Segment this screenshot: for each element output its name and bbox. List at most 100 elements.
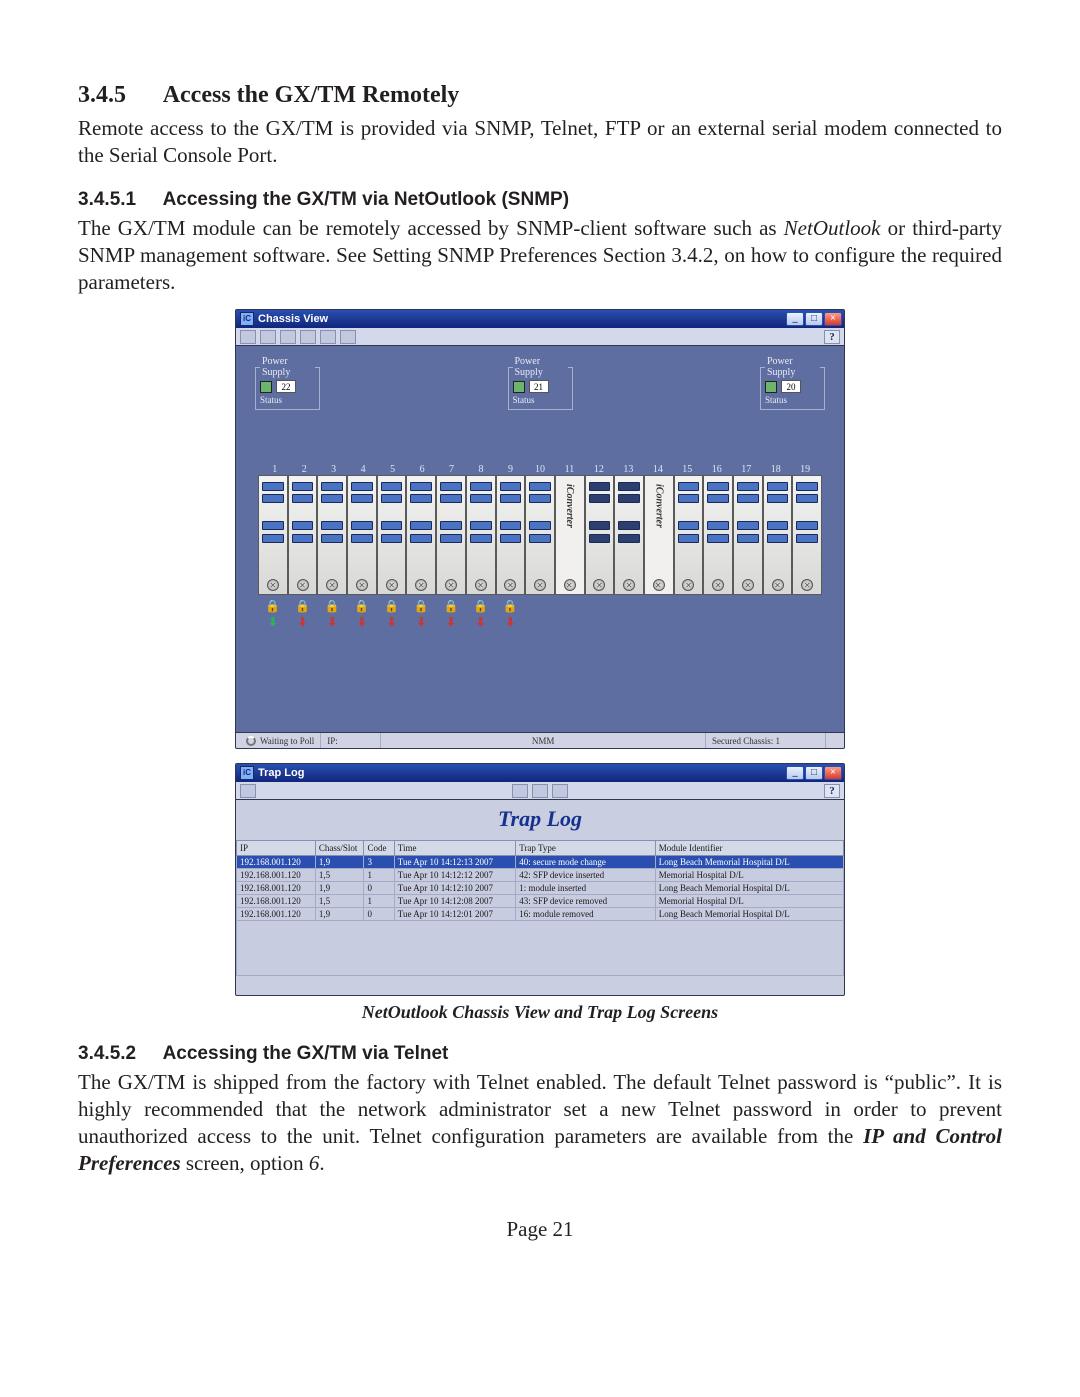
close-button[interactable]: × <box>824 312 842 326</box>
trap-titlebar[interactable]: iC Trap Log _ □ × <box>236 764 844 782</box>
app-icon: iC <box>240 312 254 326</box>
minimize-button[interactable]: _ <box>786 766 804 780</box>
table-row[interactable]: 192.168.001.1201,90Tue Apr 10 14:12:01 2… <box>237 908 844 921</box>
toolbar-icon[interactable] <box>280 330 296 344</box>
lock-icon <box>703 599 733 613</box>
chassis-slot[interactable]: ✕ <box>317 475 347 595</box>
help-button[interactable]: ? <box>824 784 840 798</box>
chassis-slot[interactable]: ✕ <box>347 475 377 595</box>
table-row[interactable]: 192.168.001.1201,90Tue Apr 10 14:12:10 2… <box>237 882 844 895</box>
port-icon <box>410 482 432 491</box>
port-icon <box>618 494 640 503</box>
port-icon <box>500 521 522 530</box>
chassis-window-title: Chassis View <box>258 313 786 325</box>
screw-icon: ✕ <box>742 579 754 591</box>
toolbar-icon[interactable] <box>512 784 528 798</box>
toolbar-icon[interactable] <box>552 784 568 798</box>
trap-col-header[interactable]: Module Identifier <box>655 841 843 856</box>
toolbar-icon[interactable] <box>340 330 356 344</box>
toolbar-icon[interactable] <box>240 784 256 798</box>
table-row[interactable]: 192.168.001.1201,51Tue Apr 10 14:12:12 2… <box>237 869 844 882</box>
port-icon <box>440 521 462 530</box>
port-icon <box>707 494 729 503</box>
port-icon <box>410 494 432 503</box>
subsection-1-number: 3.4.5.1 <box>78 189 158 211</box>
toolbar-icon[interactable] <box>320 330 336 344</box>
subsection-2-paragraph: The GX/TM is shipped from the factory wi… <box>78 1069 1002 1177</box>
lock-icon-row: 🔒🔒🔒🔒🔒🔒🔒🔒🔒 <box>246 595 834 613</box>
port-icon <box>767 494 789 503</box>
trap-body: Trap Log IPChass/SlotCodeTimeTrap TypeMo… <box>236 800 844 995</box>
screw-icon: ✕ <box>356 579 368 591</box>
port-icon <box>321 494 343 503</box>
chassis-slot[interactable]: iConverter✕ <box>555 475 585 595</box>
port-icon <box>440 482 462 491</box>
ps-id: 20 <box>781 380 801 393</box>
help-button[interactable]: ? <box>824 330 840 344</box>
chassis-slot[interactable]: ✕ <box>614 475 644 595</box>
screw-icon: ✕ <box>326 579 338 591</box>
ps-led-icon <box>513 381 525 393</box>
port-icon <box>381 482 403 491</box>
slot-number: 1 <box>260 464 289 475</box>
chassis-slot[interactable]: ✕ <box>703 475 733 595</box>
arrow-placeholder <box>733 615 763 630</box>
port-icon <box>500 534 522 543</box>
trap-col-header[interactable]: Chass/Slot <box>315 841 364 856</box>
trap-col-header[interactable]: Trap Type <box>516 841 656 856</box>
lock-icon: 🔒 <box>496 599 526 613</box>
chassis-slot[interactable]: ✕ <box>406 475 436 595</box>
port-icon <box>529 534 551 543</box>
trap-col-header[interactable]: Code <box>364 841 394 856</box>
subsection-2-number: 3.4.5.2 <box>78 1043 158 1065</box>
chassis-slot[interactable]: ✕ <box>792 475 822 595</box>
trap-cell: 40: secure mode change <box>516 856 656 869</box>
trap-col-header[interactable]: IP <box>237 841 316 856</box>
screw-icon: ✕ <box>801 579 813 591</box>
chassis-slot[interactable]: ✕ <box>674 475 704 595</box>
lock-icon: 🔒 <box>377 599 407 613</box>
maximize-button[interactable]: □ <box>805 312 823 326</box>
chassis-titlebar[interactable]: iC Chassis View _ □ × <box>236 310 844 328</box>
slot-number: 8 <box>466 464 495 475</box>
trap-cell: Tue Apr 10 14:12:12 2007 <box>394 869 515 882</box>
chassis-slot[interactable]: ✕ <box>763 475 793 595</box>
port-icon <box>707 482 729 491</box>
lock-icon <box>792 599 822 613</box>
chassis-slot[interactable]: ✕ <box>377 475 407 595</box>
table-row[interactable]: 192.168.001.1201,93Tue Apr 10 14:12:13 2… <box>237 856 844 869</box>
chassis-slot[interactable]: ✕ <box>585 475 615 595</box>
chassis-slot[interactable]: ✕ <box>258 475 288 595</box>
close-button[interactable]: × <box>824 766 842 780</box>
section-intro-paragraph: Remote access to the GX/TM is provided v… <box>78 115 1002 169</box>
chassis-slot[interactable]: ✕ <box>466 475 496 595</box>
chassis-slot[interactable]: ✕ <box>436 475 466 595</box>
toolbar-icon[interactable] <box>240 330 256 344</box>
trap-cell: Long Beach Memorial Hospital D/L <box>655 908 843 921</box>
screw-icon: ✕ <box>593 579 605 591</box>
chassis-slot[interactable]: ✕ <box>288 475 318 595</box>
chassis-slot[interactable]: ✕ <box>733 475 763 595</box>
arrow-icon-row: ⬇⬇⬇⬇⬇⬇⬇⬇⬇ <box>246 613 834 630</box>
minimize-button[interactable]: _ <box>786 312 804 326</box>
chassis-slot[interactable]: iConverter✕ <box>644 475 674 595</box>
lock-icon: 🔒 <box>466 599 496 613</box>
toolbar-icon[interactable] <box>532 784 548 798</box>
toolbar-icon[interactable] <box>260 330 276 344</box>
chassis-slot[interactable]: ✕ <box>525 475 555 595</box>
chassis-slot[interactable]: ✕ <box>496 475 526 595</box>
toolbar-icon[interactable] <box>300 330 316 344</box>
table-row[interactable]: 192.168.001.1201,51Tue Apr 10 14:12:08 2… <box>237 895 844 908</box>
trap-cell: 1,9 <box>315 856 364 869</box>
port-icon <box>707 521 729 530</box>
lock-icon <box>555 599 585 613</box>
lock-icon <box>614 599 644 613</box>
down-arrow-icon: ⬇ <box>496 615 526 630</box>
resize-grip-icon[interactable] <box>826 733 840 748</box>
screw-icon: ✕ <box>772 579 784 591</box>
down-arrow-icon: ⬇ <box>288 615 318 630</box>
slot-number: 4 <box>348 464 377 475</box>
trap-col-header[interactable]: Time <box>394 841 515 856</box>
maximize-button[interactable]: □ <box>805 766 823 780</box>
section-number: 3.4.5 <box>78 82 158 109</box>
